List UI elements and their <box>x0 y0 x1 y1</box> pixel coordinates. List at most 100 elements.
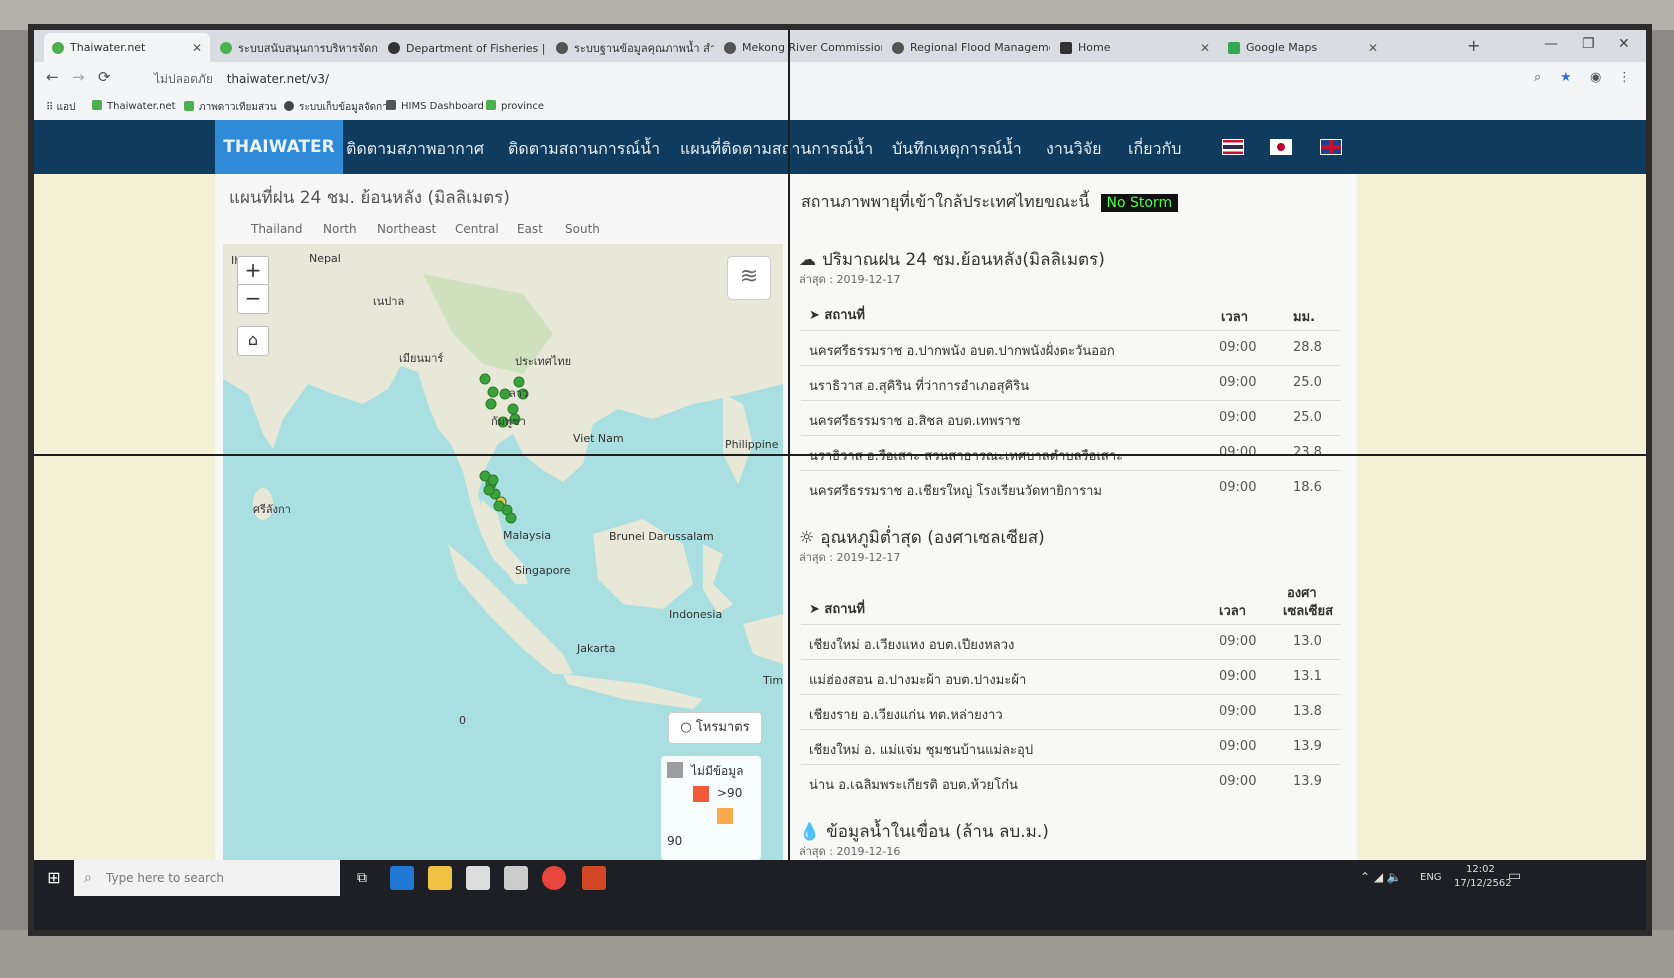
leaf-icon <box>52 41 64 54</box>
rain-legend: ไม่มีข้อมูล >90 90 <box>661 756 761 860</box>
brand-logo[interactable]: THAIWATER <box>215 120 343 174</box>
forward-button[interactable]: → <box>72 68 85 86</box>
tab-flood[interactable]: Regional Flood Management ✕ <box>884 33 1050 62</box>
radio-icon: ○ <box>680 720 696 735</box>
time-value: 09:00 <box>1219 774 1257 789</box>
table-row[interactable]: นราธิวาส อ.รือเสาะ สวนสาธารณะเทศบาลตำบลร… <box>801 435 1341 470</box>
rain-station-marker[interactable] <box>483 484 495 496</box>
rain-station-marker[interactable] <box>485 398 497 410</box>
map-label: Nepal <box>309 252 341 265</box>
rain-station-marker[interactable] <box>479 373 491 385</box>
reading-value: 28.8 <box>1293 340 1322 355</box>
file-explorer-icon[interactable] <box>428 866 452 890</box>
tab-google-maps[interactable]: Google Maps ✕ <box>1220 33 1386 62</box>
region-north[interactable]: North <box>323 222 357 236</box>
storm-toggle[interactable]: ○ โหรมาตร <box>668 712 762 744</box>
region-east[interactable]: East <box>517 222 543 236</box>
table-row[interactable]: นราธิวาส อ.สุคิริน ที่ว่าการอำเภอสุคิริน… <box>801 365 1341 400</box>
security-indicator[interactable]: ไม่ปลอดภัย <box>154 72 213 86</box>
tab-fisheries[interactable]: Department of Fisheries | กรมประมง ✕ <box>380 33 546 62</box>
region-central[interactable]: Central <box>455 222 499 236</box>
table-row[interactable]: เชียงใหม่ อ. แม่แจ่ม ชุมชนบ้านแม่ละอุป 09… <box>801 729 1341 764</box>
menu-icon[interactable]: ⋮ <box>1618 70 1631 85</box>
reading-value: 25.0 <box>1293 410 1322 425</box>
nav-water-situation[interactable]: ติดตามสถานการณ์น้ำ <box>508 137 660 162</box>
zoom-icon[interactable]: ⌕ <box>1534 70 1541 85</box>
uk-flag-icon[interactable] <box>1320 139 1342 155</box>
nav-research[interactable]: งานวิจัย <box>1046 137 1101 162</box>
table-row[interactable]: แม่ฮ่องสอน อ.ปางมะผ้า อบต.ปางมะผ้า 09:00 1… <box>801 659 1341 694</box>
tab-mekong[interactable]: Mekong River Commission ✕ <box>716 33 882 62</box>
station-name: นครศรีธรรมราช อ.สิชล อบต.เทพราช <box>809 414 1021 429</box>
nav-water-map[interactable]: แผนที่ติดตามสถานการณ์น้ำ <box>680 137 873 162</box>
table-row[interactable]: นครศรีธรรมราช อ.สิชล อบต.เทพราช 09:00 25.0 <box>801 400 1341 435</box>
tab-water-quality[interactable]: ระบบฐานข้อมูลคุณภาพน้ำ สำนัก ✕ <box>548 33 714 62</box>
task-view-icon[interactable]: ⧉ <box>350 866 374 890</box>
map-label: Malaysia <box>503 529 552 542</box>
store-icon[interactable] <box>466 866 490 890</box>
rain-station-marker[interactable] <box>505 512 517 524</box>
station-name: เชียงใหม่ อ.เวียงแหง อบต.เปียงหลวง <box>809 638 1015 653</box>
clock-date[interactable]: 17/12/2562 <box>1454 878 1512 889</box>
table-row[interactable]: เชียงใหม่ อ.เวียงแหง อบต.เปียงหลวง 09:00 1… <box>801 624 1341 659</box>
japan-flag-icon[interactable] <box>1270 139 1292 155</box>
region-thailand[interactable]: Thailand <box>251 222 303 236</box>
rain-station-marker[interactable] <box>487 386 499 398</box>
table-row[interactable]: นครศรีธรรมราช อ.ปากพนัง อบต.ปากพนังฝั่งต… <box>801 330 1341 365</box>
rain-station-marker[interactable] <box>493 500 505 512</box>
star-icon[interactable]: ★ <box>1560 70 1572 85</box>
rain-station-marker[interactable] <box>487 474 499 486</box>
bookmark-system[interactable]: ระบบเก็บข้อมูลจัดการ <box>284 100 393 115</box>
profile-icon[interactable]: ◉ <box>1590 70 1601 85</box>
bookmark-apps[interactable]: ⠿ แอป <box>46 100 75 115</box>
rain-map[interactable]: Ih Nepal เนปาล เมียนมาร์ ประเทศไทย ลาว ก… <box>223 244 783 860</box>
new-tab-button[interactable]: + <box>1467 36 1480 55</box>
maximize-button[interactable]: ❐ <box>1582 36 1595 52</box>
region-south[interactable]: South <box>565 222 600 236</box>
bookmark-hims[interactable]: HIMS Dashboard <box>386 100 484 112</box>
map-label: กัมพูชา <box>491 415 526 428</box>
thai-flag-icon[interactable] <box>1222 139 1244 155</box>
bookmark-thaiwater[interactable]: Thaiwater.net <box>92 100 176 112</box>
table-row[interactable]: น่าน อ.เฉลิมพระเกียรติ อบต.ห้วยโก๋น 09:00… <box>801 764 1341 799</box>
tab-label: Department of Fisheries | กรมประมง <box>406 41 546 55</box>
layers-icon[interactable]: ≋ <box>727 256 771 300</box>
clock-time[interactable]: 12:02 <box>1466 864 1495 875</box>
home-icon[interactable]: ⌂ <box>237 326 269 356</box>
close-icon[interactable]: ✕ <box>1362 41 1378 55</box>
mail-icon[interactable] <box>504 866 528 890</box>
notifications-icon[interactable]: ▭ <box>1508 868 1521 884</box>
tray-icons[interactable]: ⌃ ◢ 🔈 <box>1360 870 1402 884</box>
tab-home[interactable]: Home ✕ <box>1052 33 1218 62</box>
back-button[interactable]: ← <box>46 68 59 86</box>
url-field[interactable]: ไม่ปลอดภัย thaiwater.net/v3/ <box>154 70 329 89</box>
nav-weather[interactable]: ติดตามสภาพอากาศ <box>346 137 484 162</box>
powerpoint-icon[interactable] <box>582 866 606 890</box>
legend-gt90: >90 <box>717 786 743 800</box>
close-icon[interactable]: ✕ <box>1194 41 1210 55</box>
zoom-in-button[interactable]: + <box>237 256 269 286</box>
storm-status-badge: No Storm <box>1100 194 1179 212</box>
minimize-button[interactable]: — <box>1544 36 1558 52</box>
chrome-icon[interactable] <box>542 866 566 890</box>
region-northeast[interactable]: Northeast <box>377 222 436 236</box>
tab-swoc[interactable]: ระบบสนับสนุนการบริหารจัดการน้ำ ✕ <box>212 33 378 62</box>
leaf-icon <box>92 100 102 110</box>
windows-start-icon[interactable]: ⊞ <box>34 860 74 896</box>
table-row[interactable]: นครศรีธรรมราช อ.เชียรใหญ่ โรงเรียนวัดทาย… <box>801 470 1341 505</box>
language-indicator[interactable]: ENG <box>1420 872 1442 883</box>
edge-icon[interactable] <box>390 866 414 890</box>
nav-about[interactable]: เกี่ยวกับ <box>1128 137 1181 162</box>
bookmark-satellite[interactable]: ภาพดาวเทียมสวน <box>184 100 277 115</box>
tab-thaiwater[interactable]: Thaiwater.net ✕ <box>44 33 210 62</box>
station-name: นครศรีธรรมราช อ.เชียรใหญ่ โรงเรียนวัดทาย… <box>809 484 1102 499</box>
bookmark-province[interactable]: province <box>486 100 544 112</box>
close-window-button[interactable]: ✕ <box>1618 36 1630 52</box>
taskbar-search-input[interactable]: ⌕ Type here to search <box>74 860 340 896</box>
zoom-out-button[interactable]: − <box>237 284 269 314</box>
close-icon[interactable]: ✕ <box>186 41 202 55</box>
nav-water-log[interactable]: บันทึกเหตุการณ์น้ำ <box>892 137 1022 162</box>
monitor-screen: Thaiwater.net ✕ ระบบสนับสนุนการบริหารจัด… <box>34 30 1646 930</box>
table-row[interactable]: เชียงราย อ.เวียงแก่น ทต.หล่ายงาว 09:00 13.… <box>801 694 1341 729</box>
reload-button[interactable]: ⟳ <box>98 68 111 86</box>
